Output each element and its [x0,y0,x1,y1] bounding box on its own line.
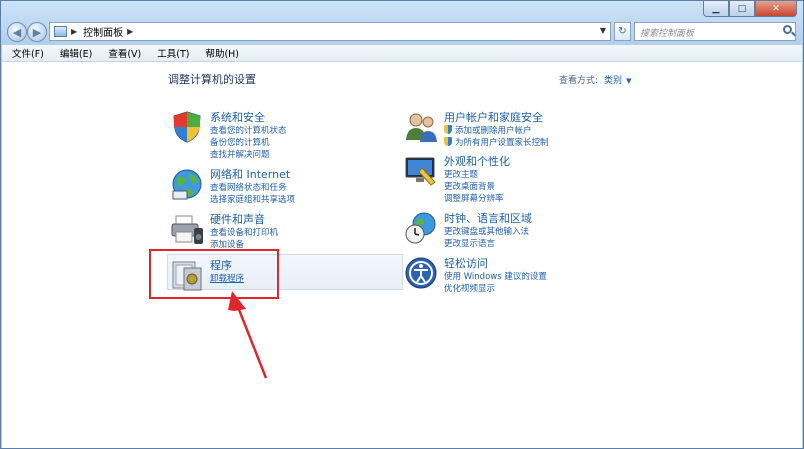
title-bar: ▁ □ ✕ [1,1,803,17]
breadcrumb-control-panel[interactable]: 控制面板 [83,24,123,39]
back-arrow-icon: ◀ [12,25,22,39]
menu-edit[interactable]: 编辑(E) [50,46,98,60]
search-input[interactable]: 搜索控制面板 [634,22,796,41]
close-button[interactable]: ✕ [755,1,797,17]
highlight-arrow-icon [228,291,268,379]
address-row: ◀ ▶ ▶ 控制面板 ▶ ▼ ↻ 搜索控制面板 [1,21,803,43]
breadcrumb-separator-icon: ▶ [71,27,78,36]
control-panel-icon [54,26,67,37]
search-icon[interactable] [783,25,792,34]
control-panel-window: ▁ □ ✕ ◀ ▶ ▶ 控制面板 ▶ ▼ ↻ 搜索控制面板 文件(F) 编辑(E… [0,0,804,449]
search-placeholder: 搜索控制面板 [640,29,695,39]
menu-bar: 文件(F) 编辑(E) 查看(V) 工具(T) 帮助(H) [2,45,802,62]
minimize-icon: ▁ [712,3,720,14]
menu-view[interactable]: 查看(V) [98,46,147,60]
content-area: 调整计算机的设置 查看方式: 类别 ▼ 系统和安全 查看您的计算机状态 备份您的计算… [2,62,802,448]
window-buttons: ▁ □ ✕ [703,1,797,17]
minimize-button[interactable]: ▁ [703,1,729,17]
forward-button[interactable]: ▶ [27,22,47,42]
maximize-button[interactable]: □ [729,1,755,17]
address-bar[interactable]: ▶ 控制面板 ▶ ▼ [49,22,611,41]
menu-file[interactable]: 文件(F) [2,46,50,60]
close-icon: ✕ [772,3,780,14]
breadcrumb-chevron-icon[interactable]: ▶ [127,27,133,36]
refresh-icon: ↻ [618,26,627,37]
refresh-button[interactable]: ↻ [614,22,631,41]
back-button[interactable]: ◀ [7,22,27,42]
maximize-icon: □ [737,3,747,14]
forward-arrow-icon: ▶ [32,25,42,39]
menu-tools[interactable]: 工具(T) [147,46,195,60]
menu-help[interactable]: 帮助(H) [195,46,245,60]
address-dropdown-icon[interactable]: ▼ [600,26,606,35]
